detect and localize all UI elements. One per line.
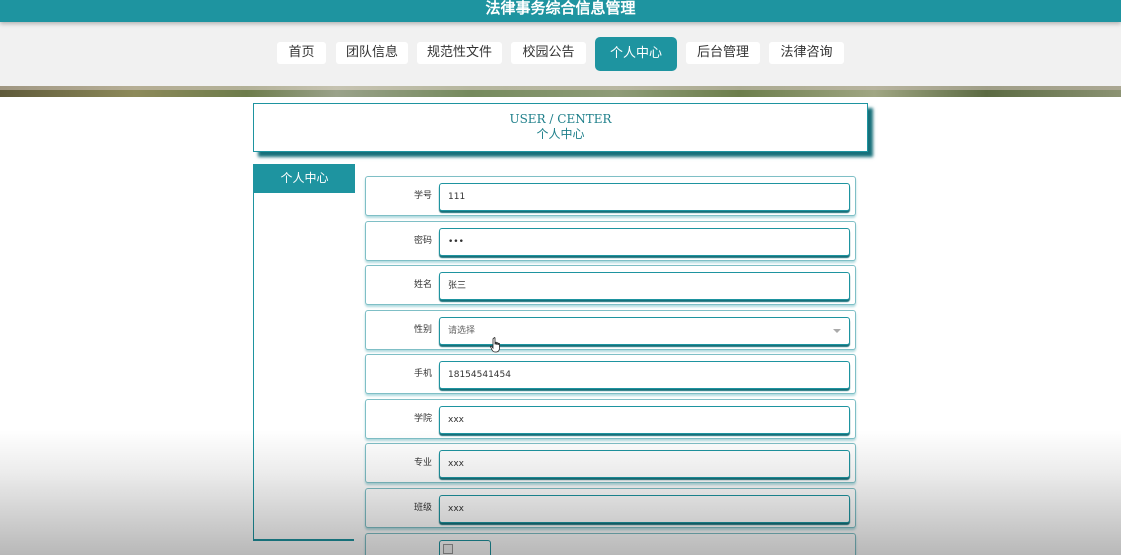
main-nav: 首页 团队信息 规范性文件 校园公告 个人中心 后台管理 法律咨询 — [0, 22, 1121, 86]
nav-item-campus-notice[interactable]: 校园公告 — [511, 42, 586, 64]
broken-image-icon — [443, 544, 453, 554]
student-id-input[interactable]: 111 — [439, 183, 850, 211]
form-label: 密码 — [413, 236, 432, 246]
form-row-student-id: 学号 111 — [365, 176, 856, 216]
form-row-name: 姓名 张三 — [365, 265, 856, 305]
form-label: 专业 — [413, 458, 432, 468]
form-label: 班级 — [413, 503, 432, 513]
password-input[interactable]: ••• — [439, 228, 850, 256]
page-title-cn: 个人中心 — [536, 127, 585, 141]
nav-item-home[interactable]: 首页 — [277, 42, 326, 64]
phone-input[interactable]: 18154541454 — [439, 361, 850, 389]
banner-shade — [0, 86, 1121, 90]
nav-item-admin[interactable]: 后台管理 — [686, 42, 760, 64]
college-input[interactable]: xxx — [439, 406, 850, 434]
banner-image — [0, 86, 1121, 97]
form-label: 学号 — [413, 191, 432, 201]
form-row-password: 密码 ••• — [365, 221, 856, 261]
class-input[interactable]: xxx — [439, 495, 850, 523]
nav-item-user-center[interactable]: 个人中心 — [595, 37, 677, 71]
avatar-upload[interactable] — [439, 540, 491, 555]
name-input[interactable]: 张三 — [439, 272, 850, 300]
form-row-major: 专业 xxx — [365, 443, 856, 483]
sidebar-item-user-center[interactable]: 个人中心 — [254, 164, 355, 193]
form-row-college: 学院 xxx — [365, 399, 856, 439]
form-row-avatar — [365, 533, 856, 555]
hand-pointer-icon — [490, 337, 500, 353]
nav-item-team-info[interactable]: 团队信息 — [336, 42, 408, 64]
major-input[interactable]: xxx — [439, 450, 850, 478]
form-label: 手机 — [413, 369, 432, 379]
form-label: 性别 — [413, 325, 432, 335]
form-row-phone: 手机 18154541454 — [365, 354, 856, 394]
nav-item-legal-consult[interactable]: 法律咨询 — [769, 42, 844, 64]
form-label: 学院 — [413, 414, 432, 424]
sidebar: 个人中心 — [253, 164, 355, 541]
form-row-class: 班级 xxx — [365, 488, 856, 528]
nav-item-normative-documents[interactable]: 规范性文件 — [417, 42, 502, 64]
app-title: 法律事务综合信息管理 — [485, 0, 636, 17]
page-title-en: USER / CENTER — [509, 112, 612, 126]
chevron-down-icon — [833, 329, 841, 333]
form-label: 姓名 — [413, 280, 432, 290]
form-label — [366, 534, 432, 555]
app-title-bar: 法律事务综合信息管理 — [0, 0, 1121, 22]
page-header: USER / CENTER 个人中心 — [253, 103, 868, 152]
gender-select-placeholder: 请选择 — [448, 326, 476, 336]
form-row-gender: 性别 请选择 — [365, 310, 856, 350]
